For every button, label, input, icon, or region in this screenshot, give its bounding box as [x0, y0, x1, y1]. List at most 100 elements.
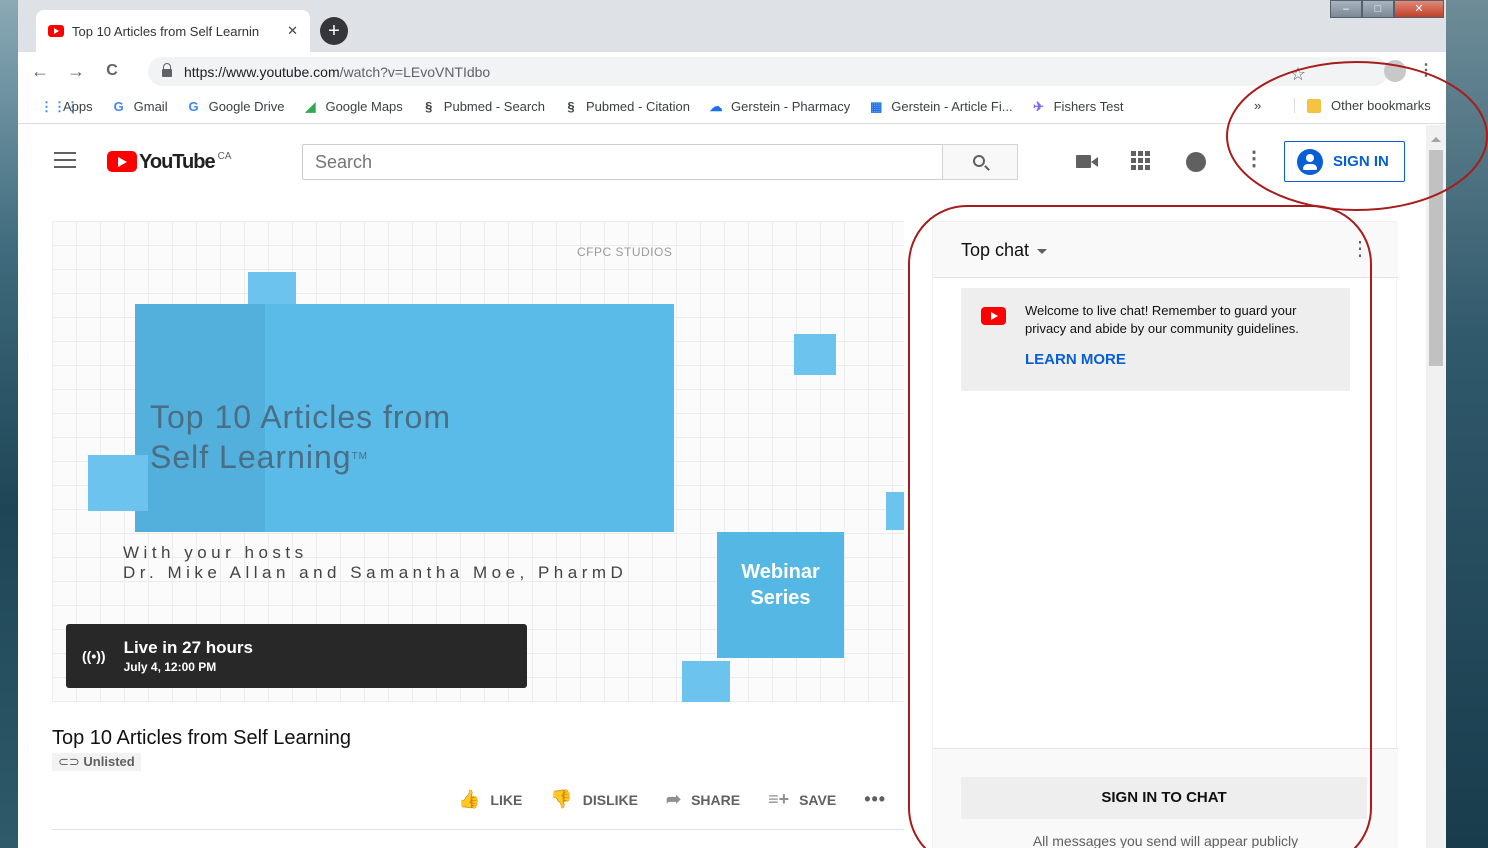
new-tab-button[interactable]: + [320, 17, 348, 45]
sign-in-label: SIGN IN [1333, 153, 1389, 170]
top-chat-dropdown[interactable]: Top chat [961, 240, 1048, 261]
tab-strip: Top 10 Articles from Self Learnin ✕ + – … [18, 0, 1446, 52]
other-bookmarks-folder[interactable]: Other bookmarks [1294, 98, 1431, 113]
bookmark-label: Fishers Test [1053, 99, 1124, 114]
dislike-button[interactable]: 👎 DISLIKE [550, 789, 638, 810]
search-input[interactable]: Search [302, 144, 943, 180]
youtube-play-icon [107, 151, 137, 172]
bookmark-item[interactable]: ▦ Gerstein - Article Fi... [868, 98, 1013, 115]
apps-grid-icon[interactable] [1131, 151, 1153, 170]
bird-icon: ✈ [1033, 98, 1045, 114]
bookmark-item[interactable]: ◢ Google Maps [302, 99, 402, 115]
reload-icon[interactable]: C [98, 62, 126, 80]
forward-icon[interactable]: → [62, 61, 90, 82]
youtube-logo[interactable]: YouTube CA [107, 151, 231, 173]
google-g-icon: G [188, 98, 199, 114]
caret-down-icon [1037, 248, 1048, 254]
like-button[interactable]: 👍 LIKE [458, 789, 522, 810]
video-actions: 👍 LIKE 👎 DISLIKE ➦ SHARE ≡+ SAVE ••• [458, 789, 886, 810]
window-controls: – □ ✕ [1330, 0, 1444, 18]
thumbs-up-icon: 👍 [458, 789, 481, 809]
share-icon: ➦ [665, 789, 682, 809]
divider [52, 829, 904, 830]
close-window-button[interactable]: ✕ [1394, 0, 1444, 18]
bookmarks-overflow-icon[interactable]: » [1254, 98, 1261, 113]
chat-menu-icon[interactable]: ⋮ [1350, 236, 1370, 261]
maximize-button[interactable]: □ [1362, 0, 1394, 18]
live-chat-panel: Top chat ⋮ Welcome to live chat! Remembe… [932, 221, 1398, 848]
tab-close-icon[interactable]: ✕ [287, 23, 298, 39]
decorative-square [682, 661, 730, 702]
messages-icon[interactable] [1186, 152, 1206, 172]
decorative-square [248, 272, 296, 308]
more-actions-icon[interactable]: ••• [864, 789, 886, 810]
bookmark-item[interactable]: G Gmail [111, 99, 168, 115]
learn-more-link[interactable]: LEARN MORE [1025, 351, 1126, 368]
bookmark-item[interactable]: ⋮⋮⋮ Apps [40, 99, 93, 115]
search-icon [973, 155, 985, 167]
chat-footer: SIGN IN TO CHAT All messages you send wi… [933, 748, 1398, 848]
bookmark-label: Gerstein - Article Fi... [891, 99, 1013, 114]
pubmed-icon: § [567, 98, 575, 114]
live-broadcast-icon: ((•)) [82, 648, 106, 664]
apps-grid-icon: ⋮⋮⋮ [40, 98, 79, 114]
save-button[interactable]: ≡+ SAVE [768, 789, 836, 810]
other-bookmarks-label: Other bookmarks [1331, 98, 1431, 113]
chat-header: Top chat ⋮ [933, 222, 1398, 278]
bookmark-item[interactable]: ☁ Gerstein - Pharmacy [708, 98, 851, 115]
webinar-series-badge: Webinar Series [717, 532, 844, 658]
bookmark-star-icon[interactable]: ☆ [1290, 64, 1306, 85]
pubmed-icon: § [425, 98, 433, 114]
live-countdown-text: Live in 27 hours [123, 638, 253, 657]
hamburger-menu-icon[interactable] [54, 152, 76, 168]
bookmark-label: Google Maps [325, 99, 403, 114]
share-button[interactable]: ➦ SHARE [666, 789, 740, 810]
search-button[interactable] [942, 144, 1018, 180]
action-label: SAVE [799, 791, 837, 808]
back-icon[interactable]: ← [26, 61, 54, 82]
playlist-add-icon: ≡+ [768, 789, 790, 809]
video-title: Top 10 Articles from Self Learning [52, 727, 352, 749]
bookmark-label: Gerstein - Pharmacy [731, 99, 851, 114]
region-code: CA [217, 151, 232, 162]
profile-avatar-icon[interactable] [1384, 60, 1406, 82]
studio-watermark: CFPC STUDIOS [577, 245, 673, 259]
scrollbar-thumb[interactable] [1429, 150, 1443, 366]
youtube-wordmark: YouTube [139, 151, 216, 173]
youtube-play-icon [981, 307, 1006, 325]
bookmark-item[interactable]: G Google Drive [186, 99, 285, 115]
bookmark-item[interactable]: § Pubmed - Citation [563, 99, 690, 115]
browser-menu-icon[interactable]: ⋮ [1418, 60, 1434, 80]
scroll-up-arrow-icon[interactable] [1431, 137, 1441, 142]
maps-pin-icon: ◢ [305, 98, 316, 114]
bookmark-label: Pubmed - Citation [585, 99, 691, 114]
action-label: DISLIKE [582, 791, 638, 808]
create-video-icon[interactable] [1076, 153, 1098, 171]
thumbs-down-icon: 👎 [550, 789, 573, 809]
youtube-masthead: YouTube CA Search ⋮ SIGN IN [18, 125, 1426, 199]
decorative-square [886, 492, 904, 530]
sign-in-to-chat-button[interactable]: SIGN IN TO CHAT [961, 777, 1367, 819]
browser-window: Top 10 Articles from Self Learnin ✕ + – … [18, 0, 1446, 848]
bookmark-item[interactable]: ✈ Fishers Test [1031, 98, 1124, 115]
sign-in-button[interactable]: SIGN IN [1284, 141, 1405, 182]
decorative-square [88, 455, 148, 511]
minimize-button[interactable]: – [1330, 0, 1362, 18]
action-label: SHARE [691, 791, 741, 808]
video-player[interactable]: CFPC STUDIOS Top 10 Articles from Self L… [52, 221, 904, 702]
navigation-bar: ← → C https://www.youtube.com/watch?v=LE… [18, 52, 1446, 90]
address-bar[interactable]: https://www.youtube.com/watch?v=LEvoVNTI… [148, 57, 1388, 86]
tab-title: Top 10 Articles from Self Learnin [72, 23, 260, 39]
settings-more-icon[interactable]: ⋮ [1244, 149, 1266, 169]
public-messages-note: All messages you send will appear public… [1032, 833, 1299, 848]
desktop-background-right [1446, 0, 1488, 848]
building-icon: ▦ [870, 98, 883, 114]
unlisted-badge: ⊂⊃ Unlisted [52, 753, 141, 771]
bookmark-label: Gmail [133, 99, 168, 114]
welcome-text: Welcome to live chat! Remember to guard … [1025, 303, 1299, 336]
browser-tab[interactable]: Top 10 Articles from Self Learnin ✕ [36, 10, 310, 52]
cloud-icon: ☁ [709, 98, 723, 114]
page-scrollbar[interactable] [1426, 125, 1446, 848]
bookmark-item[interactable]: § Pubmed - Search [421, 99, 545, 115]
live-countdown-overlay: ((•)) Live in 27 hours July 4, 12:00 PM [66, 624, 527, 688]
